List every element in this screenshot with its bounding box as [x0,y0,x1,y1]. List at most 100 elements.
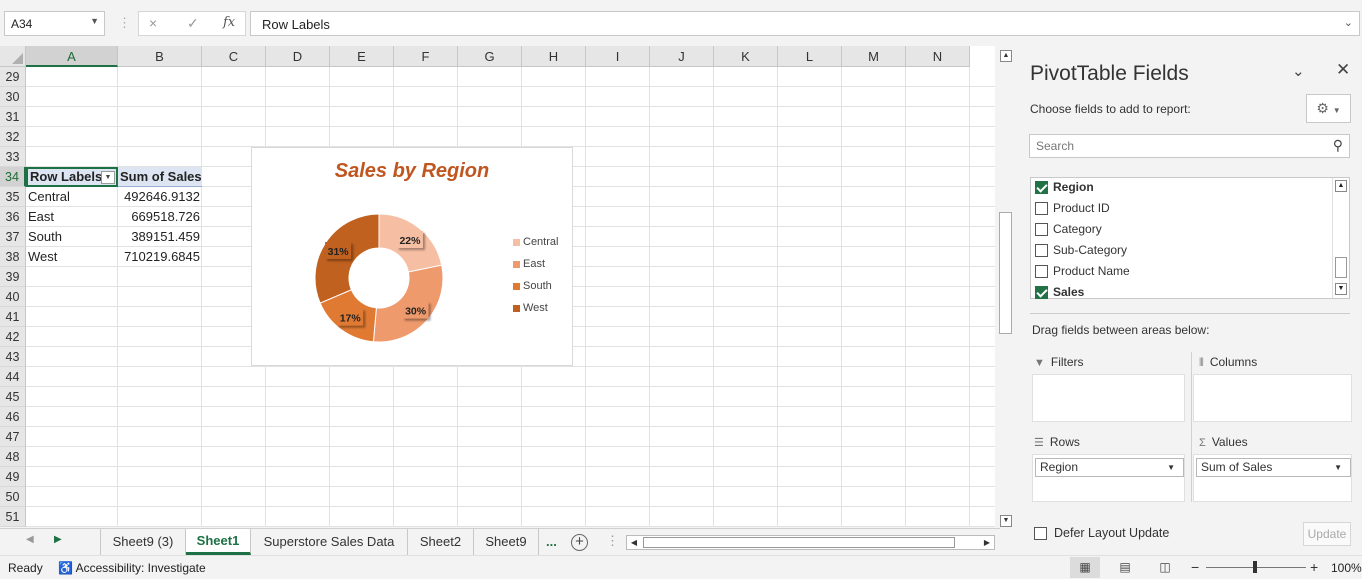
column-header[interactable]: N [906,46,970,67]
name-box[interactable]: A34 ▼ [4,11,105,36]
tab-superstore-sales-data[interactable]: Superstore Sales Data [251,529,408,555]
zoom-level[interactable]: 100% [1331,561,1362,575]
pivot-row-label[interactable]: South [26,227,118,247]
tab-sheet9[interactable]: Sheet9 [474,529,539,555]
field-checkbox[interactable] [1035,244,1048,257]
data-label[interactable]: 22% [396,231,423,249]
vertical-scrollbar[interactable]: ▲ ▼ [995,46,1016,530]
pane-options-chevron-icon[interactable]: ⌄ [1292,62,1305,80]
row-header[interactable]: 41 [0,307,26,327]
insert-function-icon[interactable]: fx [223,15,235,30]
row-header[interactable]: 34 [0,167,26,187]
pivot-chart[interactable]: Sales by Region 22% 30% 17% 31% Central East… [251,147,573,366]
row-header[interactable]: 32 [0,127,26,147]
legend-item[interactable]: South [510,278,558,300]
chevron-down-icon[interactable]: ▼ [90,16,99,26]
row-header[interactable]: 51 [0,507,26,527]
row-header[interactable]: 48 [0,447,26,467]
column-header[interactable]: L [778,46,842,67]
zoom-out-icon[interactable]: − [1191,559,1199,575]
values-field-sum-of-sales[interactable]: Sum of Sales ▼ [1196,458,1351,477]
pivot-header-row-labels[interactable]: Row Labels ▼ [26,167,118,187]
column-header[interactable]: D [266,46,330,67]
tab-sheet1[interactable]: Sheet1 [186,529,251,555]
column-header[interactable]: H [522,46,586,67]
legend-item[interactable]: West [510,300,558,322]
row-header[interactable]: 37 [0,227,26,247]
chart-legend[interactable]: Central East South West [510,234,558,322]
zoom-slider-thumb[interactable] [1253,561,1257,573]
cancel-icon[interactable]: × [149,15,157,31]
pivot-header-sum-of-sales[interactable]: Sum of Sales [118,167,202,187]
row-header[interactable]: 50 [0,487,26,507]
scroll-up-icon[interactable]: ▲ [1335,180,1347,192]
select-all-button[interactable] [0,46,26,67]
row-header[interactable]: 29 [0,67,26,87]
field-checkbox[interactable] [1035,265,1048,278]
pivot-row-value[interactable]: 710219.6845 [118,247,202,267]
row-header[interactable]: 33 [0,147,26,167]
add-sheet-icon[interactable]: + [571,534,588,551]
defer-layout-update[interactable]: Defer Layout Update [1034,526,1169,540]
pivot-row-value[interactable]: 492646.9132 [118,187,202,207]
defer-checkbox[interactable] [1034,527,1047,540]
zoom-in-icon[interactable]: + [1310,559,1318,575]
scroll-down-icon[interactable]: ▼ [1335,283,1347,295]
data-label[interactable]: 30% [402,301,429,319]
more-options-icon[interactable]: ⋮ [118,15,131,31]
field-checkbox[interactable] [1035,223,1048,236]
normal-view-icon[interactable]: ▦ [1070,557,1100,578]
more-sheets-button[interactable]: ... [546,529,557,555]
column-header[interactable]: J [650,46,714,67]
column-header[interactable]: I [586,46,650,67]
expand-formula-icon[interactable]: ⌄ [1344,16,1353,29]
column-header[interactable]: E [330,46,394,67]
column-header[interactable]: G [458,46,522,67]
column-header[interactable]: M [842,46,906,67]
field-search-input[interactable]: Search ⚲ [1029,134,1350,158]
field-settings-button[interactable]: ⚙ ▼ [1306,94,1351,123]
row-header[interactable]: 46 [0,407,26,427]
rows-field-region[interactable]: Region ▼ [1035,458,1184,477]
scroll-up-icon[interactable]: ▲ [1000,50,1012,62]
data-label[interactable]: 17% [337,308,364,326]
tab-prev-icon[interactable]: ◀ [26,534,34,545]
row-header[interactable]: 45 [0,387,26,407]
field-list-scroll-thumb[interactable] [1335,257,1347,278]
row-header[interactable]: 49 [0,467,26,487]
page-break-preview-icon[interactable]: ◫ [1150,557,1180,578]
pivot-row-value[interactable]: 669518.726 [118,207,202,227]
pivot-row-value[interactable]: 389151.459 [118,227,202,247]
row-header[interactable]: 44 [0,367,26,387]
column-header[interactable]: A [26,46,118,67]
filters-drop-area[interactable] [1032,374,1185,422]
scroll-left-icon[interactable]: ◀ [627,536,641,549]
tab-sheet9-3[interactable]: Sheet9 (3) [100,529,186,555]
row-header[interactable]: 47 [0,427,26,447]
scroll-thumb[interactable] [999,212,1012,334]
field-item[interactable]: Sub-Category [1031,240,1331,261]
row-header[interactable]: 39 [0,267,26,287]
column-header[interactable]: F [394,46,458,67]
scroll-down-icon[interactable]: ▼ [1000,515,1012,527]
values-drop-area[interactable]: Sum of Sales ▼ [1193,454,1352,502]
page-layout-icon[interactable]: ▤ [1110,557,1140,578]
row-header[interactable]: 42 [0,327,26,347]
data-label[interactable]: 31% [325,241,352,259]
horizontal-scrollbar[interactable]: ◀ ▶ [626,535,995,550]
rows-drop-area[interactable]: Region ▼ [1032,454,1185,502]
columns-drop-area[interactable] [1193,374,1352,422]
row-header[interactable]: 35 [0,187,26,207]
enter-icon[interactable]: ✓ [187,15,199,32]
pivot-row-label[interactable]: Central [26,187,118,207]
tab-sheet2[interactable]: Sheet2 [408,529,474,555]
row-header[interactable]: 30 [0,87,26,107]
search-icon[interactable]: ⚲ [1333,137,1343,154]
filter-dropdown-icon[interactable]: ▼ [101,171,115,184]
row-header[interactable]: 43 [0,347,26,367]
legend-item[interactable]: Central [510,234,558,256]
pivot-row-label[interactable]: West [26,247,118,267]
update-button[interactable]: Update [1303,522,1351,546]
legend-item[interactable]: East [510,256,558,278]
splitter-icon[interactable]: ⋮ [606,533,619,549]
